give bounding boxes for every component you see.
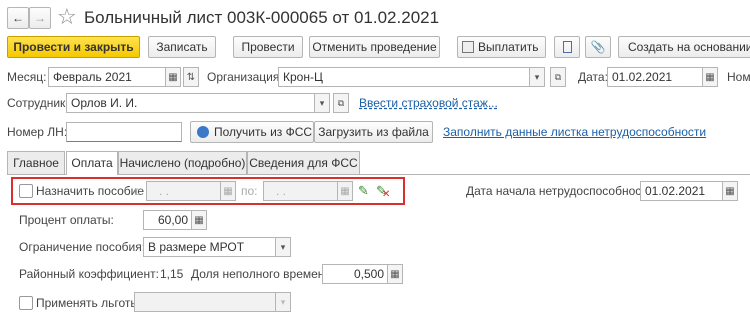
- pay-label: Выплатить: [478, 40, 539, 54]
- clear-edit-icon[interactable]: ✎ ✕: [376, 183, 390, 200]
- arrow-right-icon: →: [34, 11, 46, 25]
- organization-field[interactable]: Крон-Ц: [278, 67, 530, 87]
- save-button[interactable]: Записать: [148, 36, 216, 58]
- calculator-icon: ▦: [390, 269, 400, 280]
- load-from-file-button[interactable]: Загрузить из файла: [314, 121, 433, 143]
- regional-coefficient-label: Районный коэффициент:: [19, 267, 159, 281]
- employee-dropdown-button[interactable]: ▾: [314, 93, 330, 113]
- from-calendar-button[interactable]: ▦: [220, 181, 236, 201]
- tab-main[interactable]: Главное: [7, 151, 65, 174]
- document-list-icon: [562, 41, 572, 53]
- ln-number-label: Номер ЛН:: [7, 125, 68, 139]
- get-from-fss-label: Получить из ФСС: [214, 125, 313, 139]
- incapacity-start-calendar-button[interactable]: ▦: [722, 181, 738, 201]
- parttime-share-label: Доля неполного времени:: [191, 267, 335, 281]
- number-label: Номе: [727, 70, 750, 84]
- assign-benefit-checkbox[interactable]: [19, 184, 33, 198]
- fss-icon: [197, 126, 209, 138]
- page-title: Больничный лист 003К-000065 от 01.02.202…: [84, 8, 440, 27]
- spin-icon: ⇅: [186, 72, 196, 83]
- chevron-down-icon: ▾: [534, 72, 540, 82]
- date-calendar-button[interactable]: ▦: [702, 67, 718, 87]
- cancel-posting-button[interactable]: Отменить проведение: [309, 36, 440, 58]
- calendar-icon: ▦: [340, 186, 350, 197]
- payment-percent-field[interactable]: 60,00: [143, 210, 192, 230]
- calendar-icon: ▦: [725, 186, 735, 197]
- tab-panel-divider: [7, 174, 750, 175]
- month-calendar-button[interactable]: ▦: [165, 67, 181, 87]
- date-field[interactable]: 01.02.2021: [607, 67, 703, 87]
- insurance-experience-link[interactable]: Ввести страховой стаж...: [359, 93, 498, 113]
- incapacity-start-field[interactable]: 01.02.2021: [640, 181, 723, 201]
- report-button[interactable]: [554, 36, 580, 58]
- from-date-field[interactable]: . .: [146, 181, 221, 201]
- parttime-share-field[interactable]: 0,500: [322, 264, 388, 284]
- parttime-share-calc-button[interactable]: ▦: [387, 264, 403, 284]
- tab-fss-info[interactable]: Сведения для ФСС: [247, 151, 360, 174]
- benefit-limit-dropdown-button[interactable]: ▾: [275, 237, 291, 257]
- to-calendar-button[interactable]: ▦: [337, 181, 353, 201]
- incapacity-start-label: Дата начала нетрудоспособности:: [466, 184, 657, 198]
- create-based-on-label: Создать на основании: [628, 40, 750, 54]
- create-based-on-button[interactable]: Создать на основании ▼: [618, 36, 750, 58]
- to-label: по:: [241, 184, 258, 198]
- from-label: с:: [134, 184, 144, 198]
- forward-button[interactable]: →: [29, 7, 51, 29]
- get-from-fss-button[interactable]: Получить из ФСС: [190, 121, 314, 143]
- fill-sick-leave-data-link[interactable]: Заполнить данные листка нетрудоспособнос…: [443, 122, 706, 142]
- open-icon: ⧉: [554, 72, 562, 82]
- attachments-button[interactable]: 📎: [585, 36, 611, 58]
- benefits-dropdown-button[interactable]: ▾: [275, 292, 291, 312]
- calendar-icon: ▦: [705, 72, 715, 83]
- post-and-close-button[interactable]: Провести и закрыть: [7, 36, 140, 58]
- employee-label: Сотрудник:: [7, 96, 69, 110]
- benefit-limit-label: Ограничение пособия:: [19, 240, 146, 254]
- month-label: Месяц:: [7, 70, 47, 84]
- organization-dropdown-button[interactable]: ▾: [529, 67, 545, 87]
- benefits-select[interactable]: [134, 292, 276, 312]
- payment-icon: [462, 41, 474, 53]
- favorite-star-icon[interactable]: ☆: [57, 4, 77, 30]
- arrow-left-icon: ←: [12, 11, 24, 25]
- ln-number-field[interactable]: [66, 122, 182, 142]
- open-icon: ⧉: [337, 98, 345, 108]
- to-date-field[interactable]: . .: [263, 181, 338, 201]
- employee-open-button[interactable]: ⧉: [333, 93, 349, 113]
- tab-payment[interactable]: Оплата: [66, 151, 118, 175]
- paperclip-icon: 📎: [590, 40, 606, 54]
- apply-benefits-label[interactable]: Применять льготы: [36, 293, 139, 313]
- apply-benefits-checkbox[interactable]: [19, 296, 33, 310]
- month-field[interactable]: Февраль 2021: [48, 67, 166, 87]
- calculator-icon: ▦: [194, 215, 204, 226]
- organization-open-button[interactable]: ⧉: [550, 67, 566, 87]
- date-label: Дата:: [578, 70, 608, 84]
- employee-field[interactable]: Орлов И. И.: [66, 93, 315, 113]
- month-clear-button[interactable]: ⇅: [183, 67, 199, 87]
- chevron-down-icon: ▾: [280, 297, 286, 307]
- benefit-limit-select[interactable]: В размере МРОТ: [143, 237, 276, 257]
- tab-accrued-detailed[interactable]: Начислено (подробно): [118, 151, 247, 174]
- chevron-down-icon: ▾: [319, 98, 325, 108]
- chevron-down-icon: ▾: [280, 242, 286, 252]
- back-button[interactable]: ←: [7, 7, 29, 29]
- payment-percent-calc-button[interactable]: ▦: [191, 210, 207, 230]
- pay-button[interactable]: Выплатить: [457, 36, 546, 58]
- assign-benefit-label[interactable]: Назначить пособие: [36, 181, 144, 201]
- post-button[interactable]: Провести: [233, 36, 303, 58]
- calendar-icon: ▦: [168, 72, 178, 83]
- regional-coefficient-value: 1,15: [160, 267, 184, 281]
- edit-pencil-icon[interactable]: ✎: [358, 183, 369, 199]
- organization-label: Организация:: [207, 70, 283, 84]
- payment-percent-label: Процент оплаты:: [19, 213, 114, 227]
- calendar-icon: ▦: [223, 186, 233, 197]
